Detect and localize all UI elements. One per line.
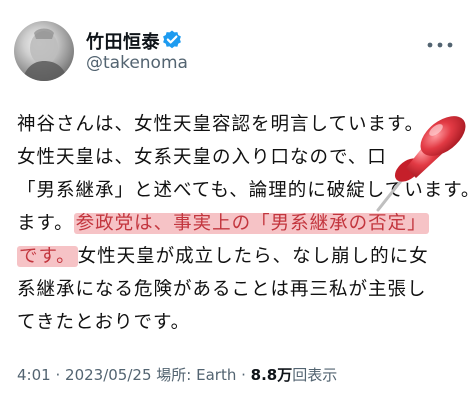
verified-badge-icon: [163, 30, 181, 49]
timestamp[interactable]: 4:01: [17, 366, 51, 384]
views-count[interactable]: 8.8万: [251, 366, 293, 384]
tweet-line: 系継承になる危険があることは再三私が主張し: [17, 279, 427, 300]
highlight-marker: です。: [17, 246, 78, 267]
location: 場所: Earth: [156, 366, 237, 384]
avatar[interactable]: [14, 21, 74, 81]
views-label: 回表示: [292, 366, 338, 384]
tweet-line: てきたとおりです。: [17, 312, 191, 333]
display-name[interactable]: 竹田恒泰: [86, 28, 160, 54]
tweet-meta: 4:01 · 2023/05/25 場所: Earth · 8.8万回表示: [17, 366, 338, 384]
more-icon[interactable]: [422, 37, 458, 53]
tweet-line: です。 女性天皇が成立したら、なし崩し的に女: [17, 246, 429, 267]
date[interactable]: 2023/05/25: [65, 366, 151, 384]
handle[interactable]: @takenoma: [86, 53, 188, 73]
pushpin-icon: [376, 116, 466, 212]
